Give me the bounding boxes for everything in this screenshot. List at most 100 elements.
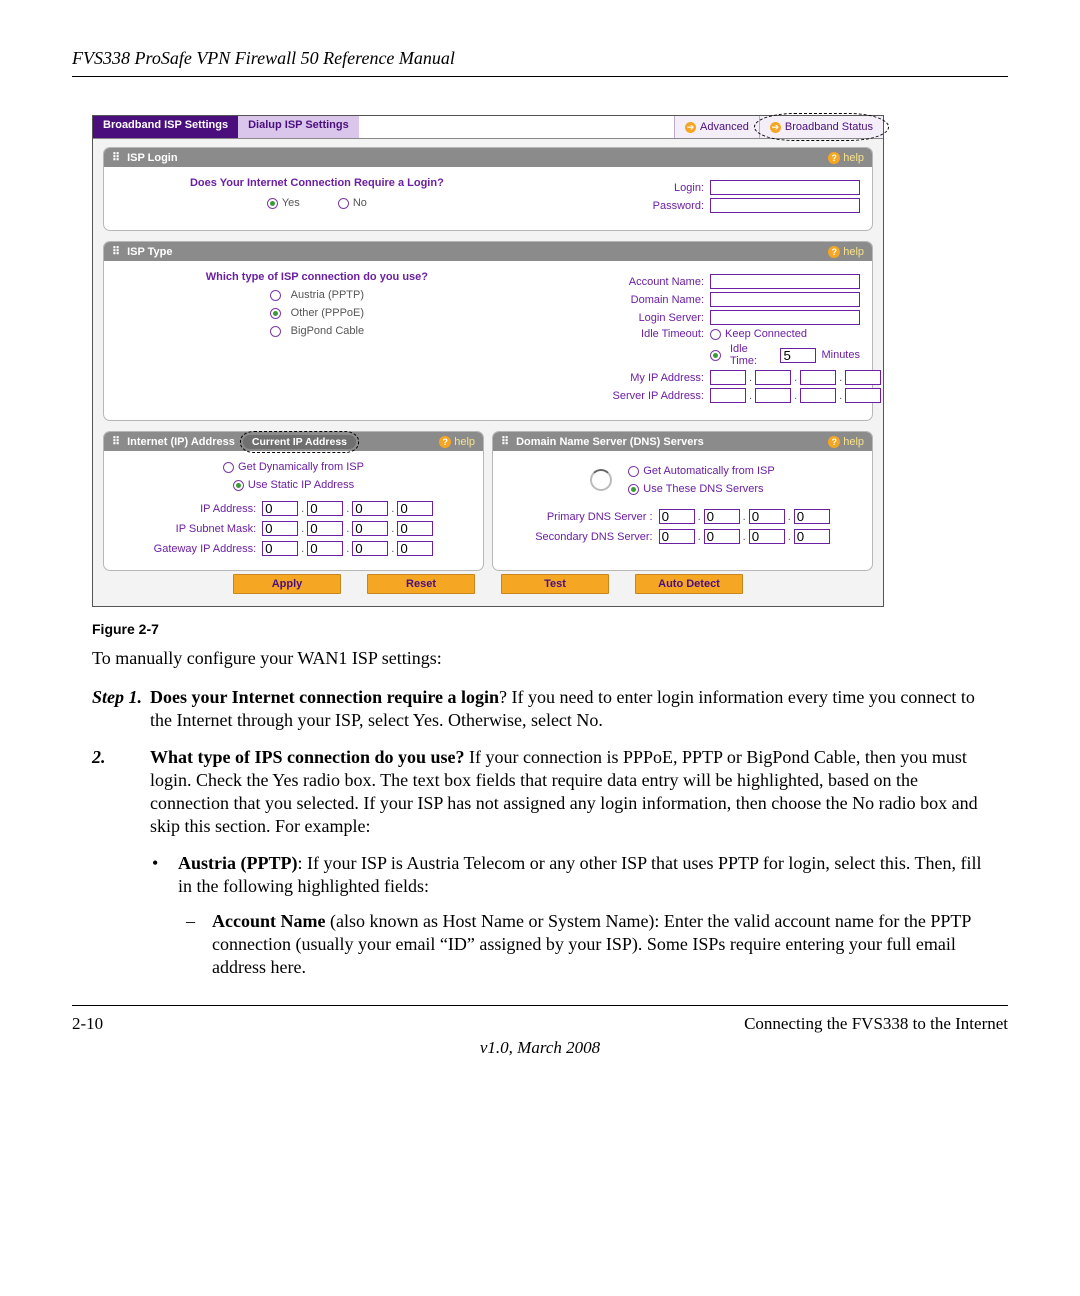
arrow-icon: ➔ — [770, 122, 781, 133]
help-label: help — [843, 246, 864, 258]
document-version: v1.0, March 2008 — [72, 1038, 1008, 1058]
radio-icon — [628, 484, 639, 495]
apply-button[interactable]: Apply — [233, 574, 341, 594]
help-link[interactable]: ? help — [439, 436, 475, 448]
radio-static-ip[interactable]: Use Static IP Address — [233, 479, 354, 491]
sn-4[interactable] — [397, 521, 433, 536]
radio-icon — [233, 480, 244, 491]
my-ip-label: My IP Address: — [594, 372, 704, 384]
help-label: help — [843, 436, 864, 448]
server-ip-1[interactable] — [710, 388, 746, 403]
radio-dyn-ip[interactable]: Get Dynamically from ISP — [223, 461, 364, 473]
help-label: help — [454, 436, 475, 448]
my-ip-3[interactable] — [800, 370, 836, 385]
radio-icon — [267, 198, 278, 209]
radio-austria[interactable]: Austria (PPTP) — [270, 289, 364, 301]
help-link[interactable]: ? help — [828, 436, 864, 448]
password-label: Password: — [594, 200, 704, 212]
dash-icon: – — [186, 910, 212, 979]
page-number: 2-10 — [72, 1014, 103, 1034]
dns-manual-label: Use These DNS Servers — [643, 483, 763, 495]
tab-broadband-isp[interactable]: Broadband ISP Settings — [93, 116, 238, 138]
my-ip-2[interactable] — [755, 370, 791, 385]
sdns-1[interactable] — [659, 529, 695, 544]
gw-2[interactable] — [307, 541, 343, 556]
no-label: No — [353, 197, 367, 209]
button-bar: Apply Reset Test Auto Detect — [103, 571, 873, 600]
login-server-input[interactable] — [710, 310, 860, 325]
tab-dialup-isp[interactable]: Dialup ISP Settings — [238, 116, 359, 138]
radio-bigpond[interactable]: BigPond Cable — [270, 325, 364, 337]
radio-icon — [270, 290, 281, 301]
pdns-3[interactable] — [749, 509, 785, 524]
sn-1[interactable] — [262, 521, 298, 536]
link-broadband-status[interactable]: ➔ Broadband Status — [759, 116, 883, 138]
radio-keep-connected[interactable]: Keep Connected — [710, 328, 860, 340]
login-server-label: Login Server: — [594, 312, 704, 324]
sdns-2[interactable] — [704, 529, 740, 544]
arrow-icon: ➔ — [685, 122, 696, 133]
intro-text: To manually configure your WAN1 ISP sett… — [92, 647, 988, 670]
section-isp-login: ⠿ ISP Login ? help Does Your Internet Co… — [103, 147, 873, 231]
pdns-1[interactable] — [659, 509, 695, 524]
step-2: 2. What type of IPS connection do you us… — [92, 746, 988, 838]
test-button[interactable]: Test — [501, 574, 609, 594]
primary-dns-label: Primary DNS Server : — [535, 511, 652, 523]
gw-3[interactable] — [352, 541, 388, 556]
pdns-2[interactable] — [704, 509, 740, 524]
auto-detect-button[interactable]: Auto Detect — [635, 574, 743, 594]
ip-3[interactable] — [352, 501, 388, 516]
idle-time-label: Idle Time: — [730, 343, 775, 367]
help-link[interactable]: ? help — [828, 152, 864, 164]
radio-login-no[interactable]: No — [338, 197, 367, 209]
password-input[interactable] — [710, 198, 860, 213]
minutes-label: Minutes — [821, 349, 860, 361]
radio-icon — [710, 350, 721, 361]
help-icon: ? — [828, 436, 840, 448]
idle-timeout-label: Idle Timeout: — [594, 328, 704, 340]
section-dns: ⠿ Domain Name Server (DNS) Servers ? hel… — [492, 431, 873, 571]
sdns-3[interactable] — [749, 529, 785, 544]
server-ip-2[interactable] — [755, 388, 791, 403]
reset-button[interactable]: Reset — [367, 574, 475, 594]
radio-dns-manual[interactable]: Use These DNS Servers — [628, 483, 774, 495]
radio-other[interactable]: Other (PPPoE) — [270, 307, 364, 319]
grip-icon: ⠿ — [112, 151, 121, 164]
login-question: Does Your Internet Connection Require a … — [190, 177, 444, 189]
subnet-label: IP Subnet Mask: — [154, 523, 257, 535]
ip-1[interactable] — [262, 501, 298, 516]
my-ip-4[interactable] — [845, 370, 881, 385]
step-2-text: What type of IPS connection do you use? … — [150, 746, 988, 838]
tab-spacer — [359, 116, 674, 138]
radio-dns-auto[interactable]: Get Automatically from ISP — [628, 465, 774, 477]
radio-login-yes[interactable]: Yes — [267, 197, 300, 209]
ip-title-text: Internet (IP) Address — [127, 436, 235, 448]
gw-4[interactable] — [397, 541, 433, 556]
account-name-input[interactable] — [710, 274, 860, 289]
gw-1[interactable] — [262, 541, 298, 556]
sn-2[interactable] — [307, 521, 343, 536]
server-ip-3[interactable] — [800, 388, 836, 403]
domain-name-label: Domain Name: — [594, 294, 704, 306]
domain-name-input[interactable] — [710, 292, 860, 307]
idle-time-input[interactable] — [780, 348, 816, 363]
login-input[interactable] — [710, 180, 860, 195]
my-ip-1[interactable] — [710, 370, 746, 385]
help-link[interactable]: ? help — [828, 246, 864, 258]
sub2-bold: Account Name — [212, 911, 325, 931]
sdns-4[interactable] — [794, 529, 830, 544]
server-ip-4[interactable] — [845, 388, 881, 403]
sub1-rest: : If your ISP is Austria Telecom or any … — [178, 853, 982, 896]
sn-3[interactable] — [352, 521, 388, 536]
link-advanced[interactable]: ➔ Advanced — [674, 116, 759, 138]
radio-idle-time[interactable] — [710, 349, 725, 361]
current-ip-pill[interactable]: Current IP Address — [243, 435, 356, 449]
section-title: ISP Login — [127, 152, 828, 164]
pdns-4[interactable] — [794, 509, 830, 524]
step-2-number: 2. — [92, 746, 150, 838]
help-label: help — [843, 152, 864, 164]
step-1-text: Does your Internet connection require a … — [150, 686, 988, 732]
ip-4[interactable] — [397, 501, 433, 516]
radio-icon — [338, 198, 349, 209]
ip-2[interactable] — [307, 501, 343, 516]
